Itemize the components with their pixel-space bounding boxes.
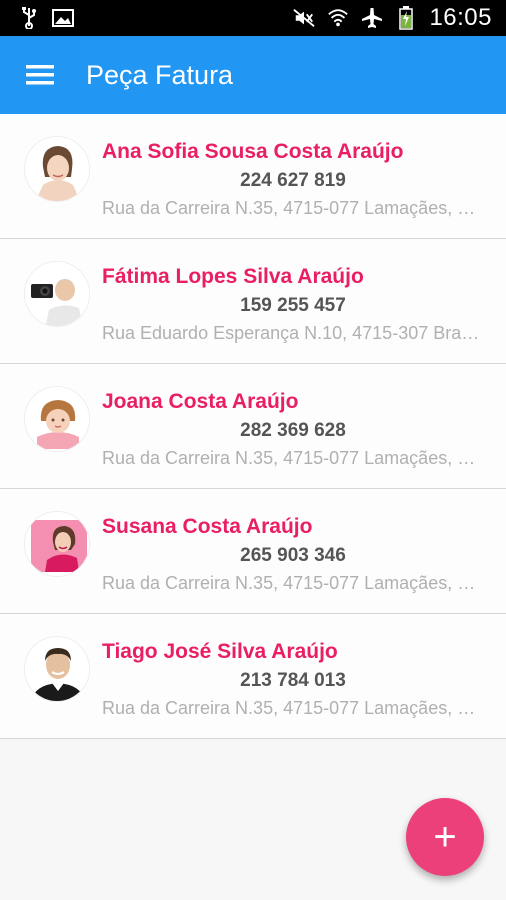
contact-row[interactable]: Joana Costa Araújo 282 369 628 Rua da Ca… <box>0 364 506 489</box>
airplane-icon <box>361 7 383 29</box>
avatar <box>24 386 90 452</box>
app-bar: Peça Fatura <box>0 36 506 114</box>
contact-nif: 282 369 628 <box>240 420 346 441</box>
contact-row[interactable]: Fátima Lopes Silva Araújo 159 255 457 Ru… <box>0 239 506 364</box>
contact-address: Rua Eduardo Esperança N.10, 4715-307 Bra… <box>102 323 480 343</box>
contact-nif: 213 784 013 <box>240 670 346 691</box>
wifi-icon <box>327 7 349 29</box>
battery-charging-icon <box>395 6 417 30</box>
contact-address: Rua da Carreira N.35, 4715-077 Lamaçães,… <box>102 448 480 468</box>
contact-row[interactable]: Tiago José Silva Araújo 213 784 013 Rua … <box>0 614 506 739</box>
contact-nif: 265 903 346 <box>240 545 346 566</box>
avatar <box>24 511 90 577</box>
hamburger-menu-icon[interactable] <box>0 36 80 114</box>
mute-icon <box>293 7 316 29</box>
contact-name: Ana Sofia Sousa Costa Araújo <box>102 140 404 163</box>
status-bar: 16:05 <box>0 0 506 36</box>
contact-name: Joana Costa Araújo <box>102 390 299 413</box>
avatar <box>24 136 90 202</box>
contact-row[interactable]: Susana Costa Araújo 265 903 346 Rua da C… <box>0 489 506 614</box>
image-icon <box>52 7 74 29</box>
contact-nif: 159 255 457 <box>240 295 346 316</box>
add-icon: + <box>433 815 457 859</box>
contact-address: Rua da Carreira N.35, 4715-077 Lamaçães,… <box>102 698 480 718</box>
app-title: Peça Fatura <box>86 59 234 90</box>
status-time: 16:05 <box>429 4 492 31</box>
add-contact-button[interactable]: + <box>406 798 484 876</box>
avatar <box>24 636 90 702</box>
contact-list: Ana Sofia Sousa Costa Araújo 224 627 819… <box>0 114 506 739</box>
avatar <box>24 261 90 327</box>
contact-row[interactable]: Ana Sofia Sousa Costa Araújo 224 627 819… <box>0 114 506 239</box>
contact-address: Rua da Carreira N.35, 4715-077 Lamaçães,… <box>102 198 480 218</box>
contact-name: Fátima Lopes Silva Araújo <box>102 265 364 288</box>
contact-address: Rua da Carreira N.35, 4715-077 Lamaçães,… <box>102 573 480 593</box>
contact-name: Tiago José Silva Araújo <box>102 640 338 663</box>
contact-nif: 224 627 819 <box>240 170 346 191</box>
usb-icon <box>18 7 40 29</box>
contact-name: Susana Costa Araújo <box>102 515 313 538</box>
